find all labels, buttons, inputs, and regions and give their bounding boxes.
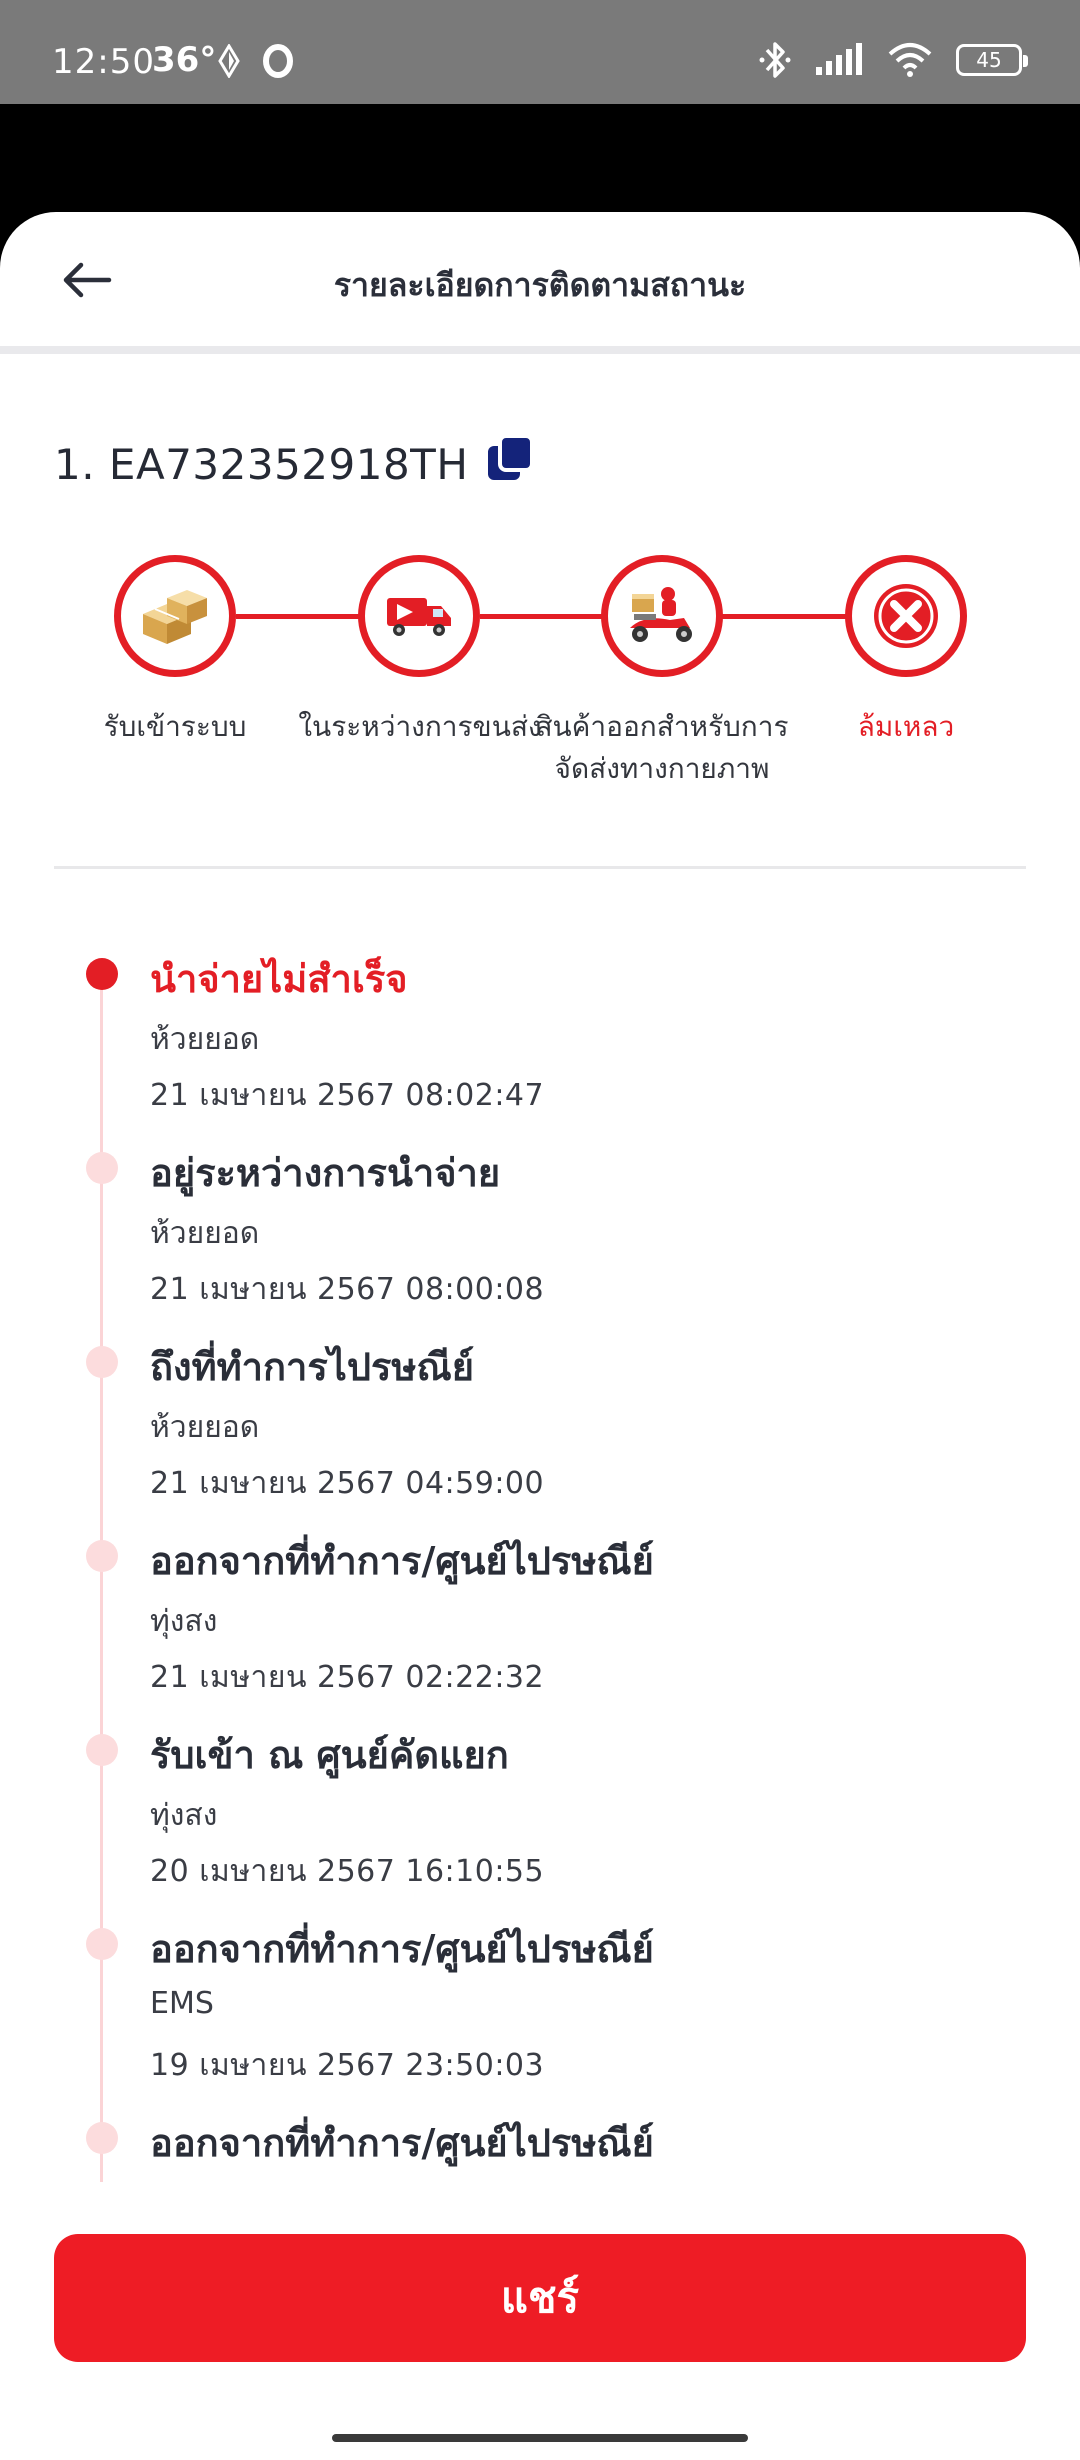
- copy-icon[interactable]: [484, 432, 536, 484]
- share-button[interactable]: แชร์: [54, 2234, 1026, 2362]
- timeline-dot: [86, 1734, 118, 1766]
- timeline-dot: [86, 1928, 118, 1960]
- signal-icon: [816, 43, 862, 75]
- battery-icon: 45: [956, 44, 1028, 76]
- timeline-event-location: ห้วยยอด: [150, 1022, 260, 1057]
- timeline-event-location: ห้วยยอด: [150, 1410, 260, 1445]
- step-label-out-for-delivery: สินค้าออกสำหรับการจัดส่งทางกายภาพ: [535, 710, 789, 785]
- wifi-icon: [888, 43, 932, 77]
- timeline-event-datetime: 21 เมษายน 2567 08:00:08: [150, 1272, 545, 1307]
- page-title: รายละเอียดการติดตามสถานะ: [333, 266, 747, 304]
- timeline-event-title: รับเข้า ณ ศูนย์คัดแยก: [150, 1733, 509, 1777]
- step-received: [114, 555, 236, 677]
- timeline-event-title: ออกจากที่ทำการ/ศูนย์ไปรษณีย์: [150, 1539, 654, 1583]
- timeline-event-datetime: 21 เมษายน 2567 08:02:47: [150, 1078, 545, 1113]
- step-in-transit: [358, 555, 480, 677]
- home-indicator[interactable]: [332, 2434, 748, 2442]
- tracking-row: 1. EA732352918TH: [54, 433, 536, 489]
- circle-o-icon: [263, 44, 293, 78]
- timeline-event-datetime: 21 เมษายน 2567 02:22:32: [150, 1660, 545, 1695]
- status-temperature: 36°: [152, 40, 217, 80]
- step-label-received: รับเข้าระบบ: [103, 710, 247, 743]
- failed-x-icon: [874, 584, 938, 648]
- header-divider: [0, 346, 1080, 354]
- timeline-event-title: ถึงที่ทำการไปรษณีย์: [150, 1345, 474, 1389]
- stepper-connector: [722, 614, 846, 619]
- section-divider: [54, 866, 1026, 869]
- timeline-event-location: ทุ่งสง: [150, 1604, 218, 1639]
- status-bar: 12:50 36° 45: [0, 0, 1080, 104]
- timeline-event-datetime: 19 เมษายน 2567 23:50:03: [150, 2048, 545, 2083]
- timeline-event-location: ทุ่งสง: [150, 1798, 218, 1833]
- timeline-event-location: ห้วยยอด: [150, 1216, 260, 1251]
- location-diamond-icon: [218, 44, 240, 78]
- step-label-failed: ล้มเหลว: [857, 710, 955, 743]
- timeline-dot: [86, 1152, 118, 1184]
- timeline-event-datetime: 21 เมษายน 2567 04:59:00: [150, 1466, 545, 1501]
- stepper-connector: [480, 614, 604, 619]
- timeline-event-title: ออกจากที่ทำการ/ศูนย์ไปรษณีย์: [150, 1927, 654, 1971]
- timeline-event-title: นำจ่ายไม่สำเร็จ: [150, 957, 408, 1001]
- timeline-event-title: อยู่ระหว่างการนำจ่าย: [150, 1151, 501, 1195]
- timeline-event-title: ออกจากที่ทำการ/ศูนย์ไปรษณีย์: [150, 2121, 654, 2165]
- tracking-detail-sheet: รายละเอียดการติดตามสถานะ 1. EA732352918T…: [0, 212, 1080, 2460]
- timeline-dot-current: [86, 958, 118, 990]
- timeline-event-location: EMS: [150, 1986, 214, 2021]
- tracking-number: 1. EA732352918TH: [54, 440, 469, 489]
- step-failed: [845, 555, 967, 677]
- stepper-connector: [236, 614, 360, 619]
- timeline-event-datetime: 20 เมษายน 2567 16:10:55: [150, 1854, 545, 1889]
- timeline-dot: [86, 2122, 118, 2154]
- battery-level: 45: [976, 48, 1002, 72]
- timeline-dot: [86, 1346, 118, 1378]
- step-out-for-delivery: [601, 555, 723, 677]
- step-label-in-transit: ในระหว่างการขนส่ง: [298, 710, 542, 743]
- header: รายละเอียดการติดตามสถานะ: [0, 212, 1080, 346]
- bluetooth-icon: [759, 42, 791, 78]
- truck-icon: [387, 598, 451, 636]
- timeline-dot: [86, 1540, 118, 1572]
- status-time: 12:50: [52, 42, 155, 82]
- boxes-icon: [143, 590, 207, 644]
- delivery-scooter-icon: [630, 587, 692, 642]
